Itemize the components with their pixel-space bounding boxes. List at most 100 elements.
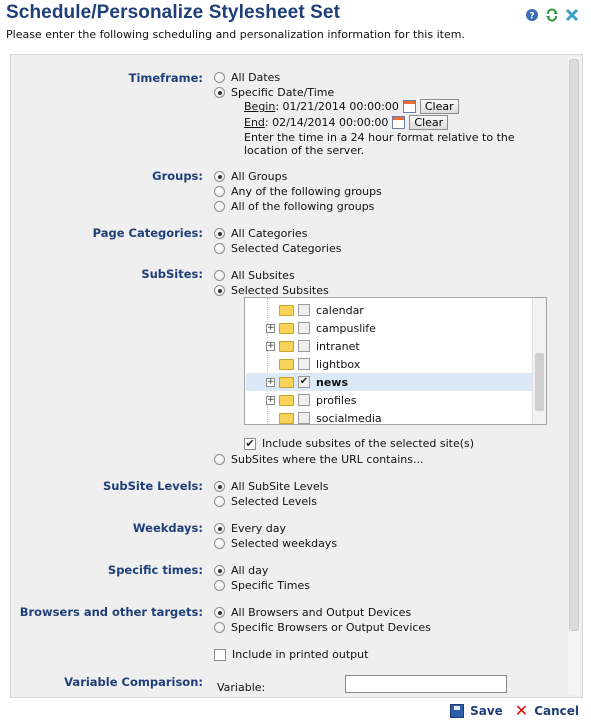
calendar-icon[interactable] bbox=[392, 116, 406, 129]
expand-icon[interactable]: + bbox=[266, 341, 275, 351]
radio-button[interactable] bbox=[214, 481, 225, 492]
tree-item-label: socialmedia bbox=[316, 411, 382, 425]
include-subsites-option[interactable]: ✔ Include subsites of the selected site(… bbox=[244, 437, 474, 450]
levels-all[interactable]: All SubSite Levels bbox=[214, 480, 328, 493]
subsites-all[interactable]: All Subsites bbox=[214, 269, 295, 282]
subsites-url-contains[interactable]: SubSites where the URL contains... bbox=[214, 453, 423, 466]
header-icons: ? bbox=[525, 8, 579, 22]
categories-all[interactable]: All Categories bbox=[214, 227, 307, 240]
radio-button[interactable] bbox=[214, 523, 225, 534]
page-categories-label: Page Categories: bbox=[92, 226, 203, 240]
radio-button[interactable] bbox=[214, 201, 225, 212]
cancel-button[interactable]: ✕ Cancel bbox=[515, 703, 579, 719]
groups-all[interactable]: All Groups bbox=[214, 170, 287, 183]
timeframe-all-dates[interactable]: All Dates bbox=[214, 71, 280, 84]
timeframe-specific[interactable]: Specific Date/Time bbox=[214, 86, 334, 99]
include-printed-option[interactable]: Include in printed output bbox=[214, 648, 368, 661]
expand-icon[interactable]: + bbox=[266, 395, 275, 405]
radio-button[interactable] bbox=[214, 171, 225, 182]
browsers-specific[interactable]: Specific Browsers or Output Devices bbox=[214, 621, 431, 634]
page-subtitle: Please enter the following scheduling an… bbox=[6, 28, 465, 41]
footer-actions: Save ✕ Cancel bbox=[450, 703, 579, 719]
radio-button[interactable] bbox=[214, 580, 225, 591]
settings-panel: Timeframe: All Dates Specific Date/Time … bbox=[10, 54, 583, 698]
help-icon[interactable]: ? bbox=[525, 8, 539, 22]
variable-value-input[interactable] bbox=[345, 697, 507, 698]
refresh-icon[interactable] bbox=[545, 8, 559, 22]
folder-icon bbox=[279, 304, 294, 316]
panel-scrollbar[interactable] bbox=[568, 57, 580, 695]
scrollbar-thumb[interactable] bbox=[569, 59, 579, 631]
include-subsites-checkbox[interactable]: ✔ bbox=[244, 437, 256, 450]
tree-scrollbar-thumb[interactable] bbox=[535, 353, 544, 411]
subsite-tree[interactable]: calendar + campuslife + intranet lightbo… bbox=[244, 297, 547, 425]
radio-button[interactable] bbox=[214, 72, 225, 83]
tree-checkbox[interactable] bbox=[298, 340, 310, 352]
radio-button[interactable] bbox=[214, 285, 225, 296]
cancel-label: Cancel bbox=[534, 704, 579, 718]
begin-clear-button[interactable]: Clear bbox=[419, 99, 459, 114]
begin-value: : 01/21/2014 00:00:00 bbox=[275, 100, 399, 113]
radio-button[interactable] bbox=[214, 270, 225, 281]
weekdays-selected[interactable]: Selected weekdays bbox=[214, 537, 337, 550]
calendar-icon[interactable] bbox=[402, 100, 416, 113]
weekdays-label: Weekdays: bbox=[132, 521, 203, 535]
radio-button[interactable] bbox=[214, 454, 225, 465]
folder-icon bbox=[279, 358, 294, 370]
expand-icon[interactable]: + bbox=[266, 377, 275, 387]
tree-scrollbar[interactable] bbox=[532, 298, 546, 424]
radio-button[interactable] bbox=[214, 87, 225, 98]
tree-checkbox[interactable] bbox=[298, 412, 310, 424]
option-label: Selected Levels bbox=[231, 495, 317, 508]
option-label: All Categories bbox=[231, 227, 308, 240]
radio-button[interactable] bbox=[214, 243, 225, 254]
tree-item-campuslife[interactable]: + campuslife bbox=[246, 319, 532, 337]
end-link[interactable]: End bbox=[244, 116, 265, 129]
tree-item-news[interactable]: + ✔ news bbox=[246, 373, 532, 391]
close-icon[interactable] bbox=[565, 8, 579, 22]
begin-link[interactable]: Begin bbox=[244, 100, 275, 113]
browsers-all[interactable]: All Browsers and Output Devices bbox=[214, 606, 411, 619]
levels-selected[interactable]: Selected Levels bbox=[214, 495, 317, 508]
subsites-selected[interactable]: Selected Subsites bbox=[214, 284, 329, 297]
option-label: All of the following groups bbox=[231, 200, 375, 213]
groups-all-following[interactable]: All of the following groups bbox=[214, 200, 374, 213]
tree-item-socialmedia[interactable]: socialmedia bbox=[246, 409, 532, 425]
radio-button[interactable] bbox=[214, 186, 225, 197]
tree-checkbox[interactable] bbox=[298, 394, 310, 406]
end-date-row: End : 02/14/2014 00:00:00 Clear bbox=[244, 115, 449, 130]
weekdays-every-day[interactable]: Every day bbox=[214, 522, 286, 535]
browsers-label: Browsers and other targets: bbox=[19, 605, 203, 619]
save-button[interactable]: Save bbox=[450, 704, 503, 718]
end-clear-button[interactable]: Clear bbox=[409, 115, 449, 130]
groups-any[interactable]: Any of the following groups bbox=[214, 185, 382, 198]
tree-item-calendar[interactable]: calendar bbox=[246, 301, 532, 319]
tree-item-lightbox[interactable]: lightbox bbox=[246, 355, 532, 373]
categories-selected[interactable]: Selected Categories bbox=[214, 242, 341, 255]
tree-item-intranet[interactable]: + intranet bbox=[246, 337, 532, 355]
tree-item-profiles[interactable]: + profiles bbox=[246, 391, 532, 409]
time-format-note: Enter the time in a 24 hour format relat… bbox=[244, 131, 515, 157]
include-printed-checkbox[interactable] bbox=[214, 648, 226, 661]
radio-button[interactable] bbox=[214, 622, 225, 633]
tree-checkbox[interactable]: ✔ bbox=[298, 376, 310, 388]
option-label: Specific Times bbox=[231, 579, 310, 592]
option-label: All SubSite Levels bbox=[231, 480, 329, 493]
option-label: Include in printed output bbox=[232, 648, 369, 661]
radio-button[interactable] bbox=[214, 538, 225, 549]
tree-checkbox[interactable] bbox=[298, 304, 310, 316]
times-specific[interactable]: Specific Times bbox=[214, 579, 310, 592]
radio-button[interactable] bbox=[214, 228, 225, 239]
radio-button[interactable] bbox=[214, 565, 225, 576]
subsites-label: SubSites: bbox=[141, 267, 203, 281]
times-all-day[interactable]: All day bbox=[214, 564, 268, 577]
folder-icon bbox=[279, 376, 294, 388]
tree-checkbox[interactable] bbox=[298, 322, 310, 334]
expand-icon[interactable]: + bbox=[266, 323, 275, 333]
option-label: Selected weekdays bbox=[231, 537, 338, 550]
radio-button[interactable] bbox=[214, 607, 225, 618]
tree-checkbox[interactable] bbox=[298, 358, 310, 370]
radio-button[interactable] bbox=[214, 496, 225, 507]
variable-input[interactable] bbox=[345, 675, 507, 693]
option-label: All Dates bbox=[231, 71, 281, 84]
